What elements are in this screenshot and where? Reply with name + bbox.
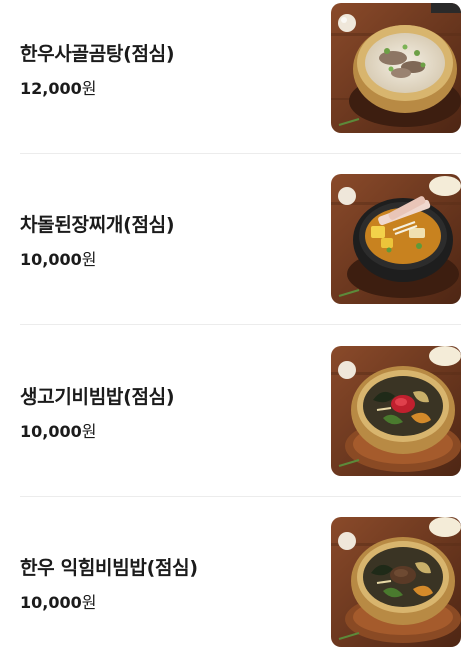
price-unit: 원 (81, 422, 97, 441)
menu-item-name: 생고기비빔밥(점심) (20, 386, 175, 408)
divider (20, 153, 461, 154)
menu-item-cooked-beef-bibimbap[interactable]: 한우 익힘비빔밥(점심) 10,000원 (20, 517, 461, 647)
beef-bone-soup-photo (331, 3, 461, 133)
menu-item-info: 생고기비빔밥(점심) 10,000원 (20, 346, 310, 476)
price-unit: 원 (81, 593, 97, 612)
menu-item-beef-bone-soup[interactable]: 한우사골곰탕(점심) 12,000원 (20, 3, 461, 133)
menu-item-brisket-soybean-stew[interactable]: 차돌된장찌개(점심) 10,000원 (20, 174, 461, 304)
menu-item-price: 12,000원 (20, 75, 96, 99)
menu-item-price: 10,000원 (20, 246, 96, 270)
divider (20, 324, 461, 325)
price-amount: 10,000 (20, 422, 82, 441)
menu-item-price: 10,000원 (20, 418, 96, 442)
price-amount: 10,000 (20, 250, 82, 269)
menu-item-name: 한우사골곰탕(점심) (20, 43, 175, 65)
brisket-soybean-stew-photo (331, 174, 461, 304)
menu-item-info: 한우사골곰탕(점심) 12,000원 (20, 3, 310, 133)
price-unit: 원 (81, 79, 97, 98)
menu-item-name: 한우 익힘비빔밥(점심) (20, 557, 198, 579)
menu-item-raw-beef-bibimbap[interactable]: 생고기비빔밥(점심) 10,000원 (20, 346, 461, 476)
menu-item-info: 한우 익힘비빔밥(점심) 10,000원 (20, 517, 310, 647)
price-amount: 12,000 (20, 79, 82, 98)
menu-item-price: 10,000원 (20, 589, 96, 613)
raw-beef-bibimbap-photo (331, 346, 461, 476)
price-unit: 원 (81, 250, 97, 269)
cooked-beef-bibimbap-photo (331, 517, 461, 647)
menu-item-info: 차돌된장찌개(점심) 10,000원 (20, 174, 310, 304)
menu-item-name: 차돌된장찌개(점심) (20, 214, 175, 236)
divider (20, 496, 461, 497)
price-amount: 10,000 (20, 593, 82, 612)
